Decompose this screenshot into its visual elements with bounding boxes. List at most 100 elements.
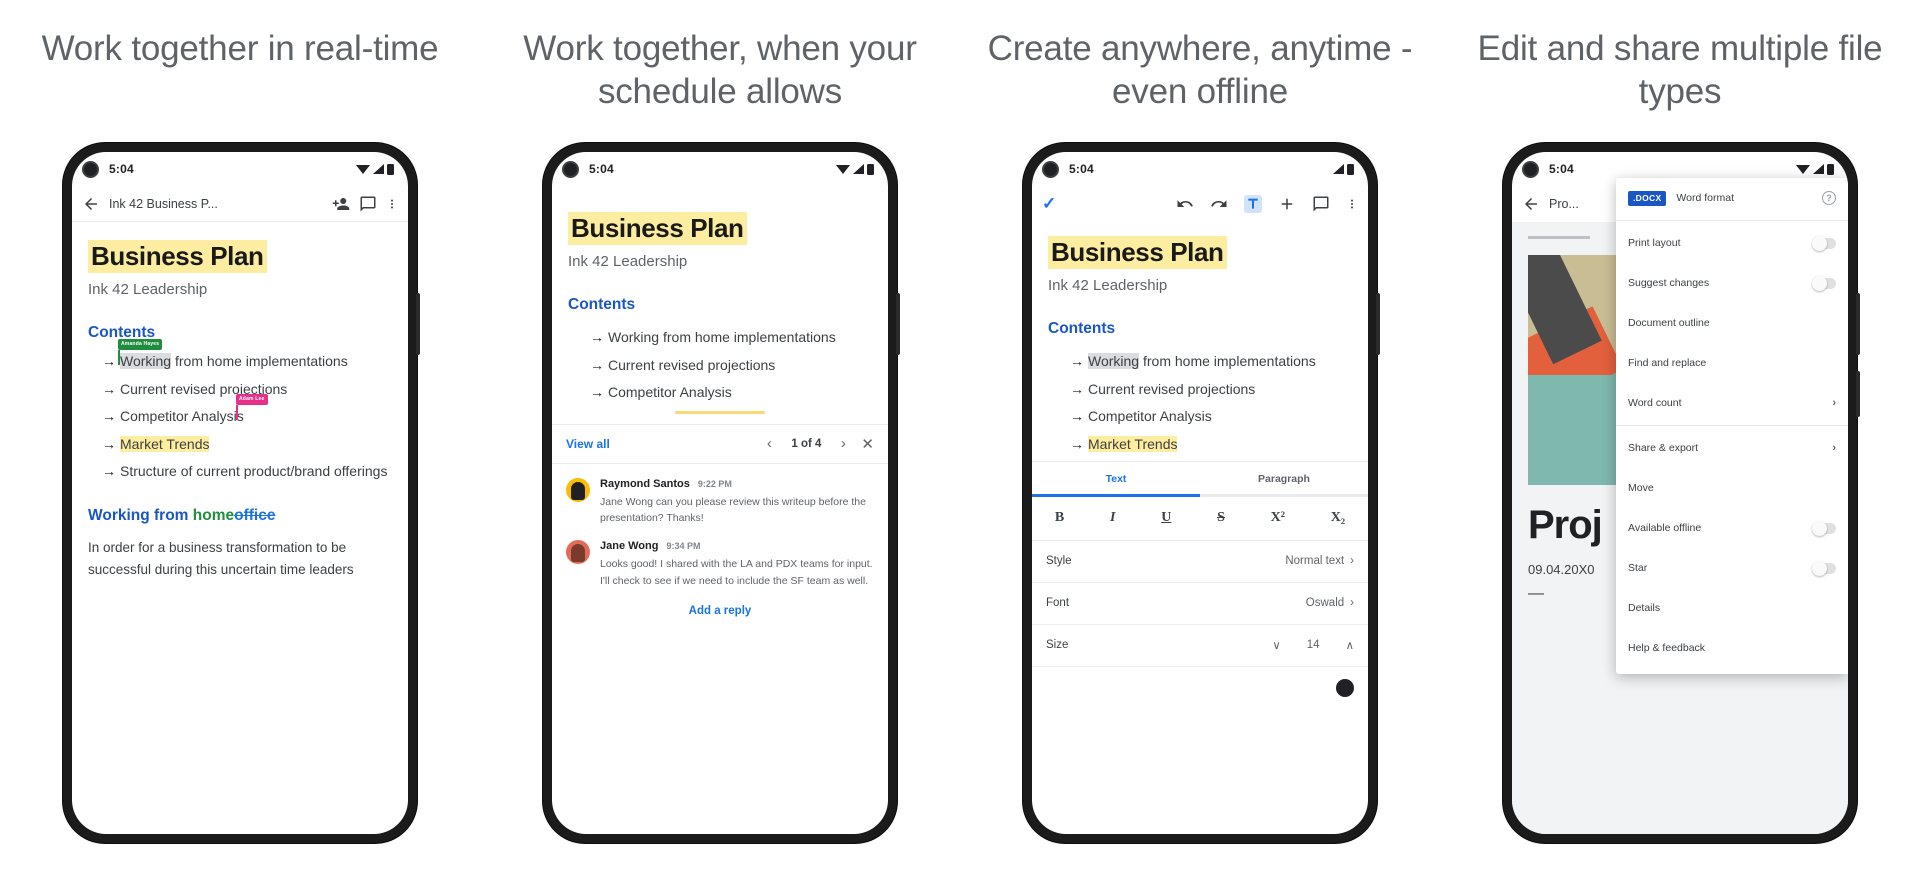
style-row[interactable]: Style Normal text › [1032, 541, 1368, 583]
menu-item-label: Find and replace [1628, 357, 1707, 370]
p1-toc-list: Amanda Hayes Working from home implement… [88, 339, 392, 481]
help-circle-icon[interactable]: ? [1822, 191, 1836, 206]
comment-body: Jane Wong 9:34 PM Looks good! I shared w… [600, 540, 874, 589]
p1-section-insert: home [192, 506, 235, 524]
p3-toc-selected: Working [1088, 353, 1140, 370]
chevron-left-icon[interactable]: ‹ [759, 435, 779, 452]
plus-icon[interactable] [1278, 195, 1296, 213]
p1-status-icons [356, 163, 394, 175]
menu-item-word-count[interactable]: Word count › [1616, 383, 1848, 423]
back-arrow-icon[interactable] [1522, 195, 1540, 213]
size-value: 14 [1306, 639, 1320, 652]
menu-item-details[interactable]: Details [1616, 588, 1848, 628]
menu-item-suggest-changes[interactable]: Suggest changes [1616, 263, 1848, 303]
font-row[interactable]: Font Oswald › [1032, 583, 1368, 625]
more-vert-icon[interactable] [386, 195, 398, 213]
strikethrough-button[interactable]: S [1217, 510, 1225, 526]
add-person-icon[interactable] [332, 195, 350, 213]
chevron-right-icon: › [1832, 442, 1836, 455]
phone-1: 5:04 Ink 42 Business P... Business Plan … [63, 143, 420, 844]
list-item: Structure of current product/brand offer… [102, 462, 392, 481]
list-item: Working from home implementations [1070, 352, 1352, 371]
comment-body: Raymond Santos 9:22 PM Jane Wong can you… [600, 478, 874, 527]
bold-button[interactable]: B [1055, 510, 1064, 526]
menu-item-document-outline[interactable]: Document outline [1616, 303, 1848, 343]
p2-comment-nav: View all ‹ 1 of 4 › ✕ [552, 423, 888, 464]
close-icon[interactable]: ✕ [861, 435, 874, 453]
headline-row: Work together in real-time Work together… [0, 0, 1920, 113]
p3-format-tabs: Text Paragraph [1032, 461, 1368, 494]
avatar-face [571, 481, 585, 500]
p3-toc-list: Working from home implementations Curren… [1048, 352, 1352, 453]
star-toggle[interactable] [1812, 560, 1836, 576]
comment-author: Jane Wong [600, 540, 659, 553]
menu-item-label: Suggest changes [1628, 277, 1710, 290]
menu-item-find-and-replace[interactable]: Find and replace [1616, 343, 1848, 383]
menu-item-label: Move [1628, 482, 1654, 495]
wifi-icon [836, 164, 850, 174]
p2-clock: 5:04 [589, 162, 614, 177]
italic-button[interactable]: I [1110, 510, 1115, 526]
p1-heading-sub: Ink 42 Leadership [88, 281, 208, 299]
p2-heading-sub: Ink 42 Leadership [568, 253, 688, 271]
redo-icon[interactable] [1210, 195, 1228, 213]
chevron-right-icon[interactable]: › [833, 435, 853, 452]
tab-paragraph[interactable]: Paragraph [1200, 462, 1368, 494]
headline-2: Work together, when your schedule allows [523, 29, 917, 111]
size-increment-button[interactable]: ∧ [1346, 638, 1354, 652]
comment-icon[interactable] [1312, 195, 1330, 213]
superscript-button[interactable]: X² [1271, 510, 1285, 526]
check-icon[interactable]: ✓ [1042, 194, 1056, 214]
battery-icon [867, 163, 874, 175]
size-row[interactable]: Size ∨ 14 ∧ [1032, 625, 1368, 667]
avatar [566, 477, 590, 502]
p2-contents-heading: Contents [568, 296, 636, 314]
menu-item-label: Available offline [1628, 522, 1702, 535]
p3-heading-title: Business Plan [1048, 236, 1227, 270]
color-row[interactable] [1032, 667, 1368, 709]
print-layout-toggle[interactable] [1812, 235, 1836, 251]
available-offline-toggle[interactable] [1812, 520, 1836, 536]
headline-4: Edit and share multiple file types [1477, 29, 1883, 111]
tab-text[interactable]: Text [1032, 462, 1200, 494]
format-text-icon[interactable] [1244, 195, 1262, 214]
phone-2-side-button [896, 293, 900, 356]
comment-icon[interactable] [359, 195, 377, 213]
suggest-changes-toggle[interactable] [1812, 275, 1836, 291]
undo-icon[interactable] [1176, 195, 1194, 213]
add-a-reply-button[interactable]: Add a reply [552, 589, 888, 617]
p3-status-bar: 5:04 [1032, 152, 1368, 186]
menu-item-move[interactable]: Move [1616, 468, 1848, 508]
p2-comment-counter: 1 of 4 [791, 437, 822, 450]
subscript-button[interactable]: X₂ [1331, 510, 1345, 526]
menu-item-star[interactable]: Star [1616, 548, 1848, 588]
p2-document[interactable]: Business Plan Ink 42 Leadership Contents… [552, 186, 888, 414]
menu-item-available-offline[interactable]: Available offline [1616, 508, 1848, 548]
list-item: Working from home implementations [590, 328, 872, 347]
menu-item-print-layout[interactable]: Print layout [1616, 223, 1848, 263]
p1-toc-item-4-hl: Market Trends [120, 435, 210, 452]
menu-item-help-and-feedback[interactable]: Help & feedback [1616, 628, 1848, 668]
underline-button[interactable]: U [1161, 510, 1171, 526]
p3-format-buttons: B I U S X² X₂ [1032, 497, 1368, 541]
size-decrement-button[interactable]: ∨ [1272, 638, 1280, 652]
menu-item-label: Word count [1628, 397, 1682, 410]
view-all-button[interactable]: View all [566, 437, 610, 451]
wifi-icon [356, 164, 370, 174]
battery-icon [1347, 163, 1354, 175]
signal-icon [373, 164, 384, 175]
collaborator-cursor-amanda: Amanda Hayes [118, 339, 163, 365]
p3-document[interactable]: Business Plan Ink 42 Leadership Contents… [1032, 222, 1368, 454]
font-value-text: Oswald [1305, 597, 1345, 610]
word-format-row[interactable]: .DOCX Word format ? [1616, 178, 1848, 218]
p1-app-bar: Ink 42 Business P... [72, 186, 408, 223]
p3-clock: 5:04 [1069, 162, 1094, 177]
text-color-swatch[interactable] [1336, 678, 1354, 697]
phone-column-4: 5:04 Pro... Proj 09.04.20X0 — .DOCX Word… [1440, 143, 1920, 844]
p1-document[interactable]: Business Plan Ink 42 Leadership Contents… [72, 222, 408, 581]
more-vert-icon[interactable] [1346, 195, 1358, 213]
back-arrow-icon[interactable] [82, 195, 100, 213]
menu-item-share-and-export[interactable]: Share & export › [1616, 428, 1848, 468]
menu-item-label: Star [1628, 562, 1648, 575]
headline-3: Create anywhere, anytime - even offline [987, 29, 1413, 111]
